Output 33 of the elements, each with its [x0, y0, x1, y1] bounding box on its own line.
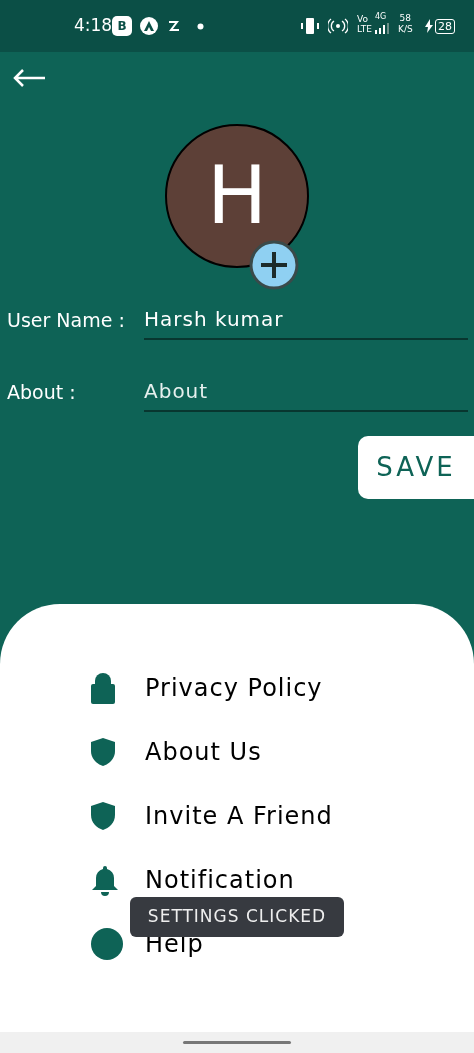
menu-item[interactable]: Privacy Policy — [145, 670, 323, 706]
dot-icon — [197, 22, 204, 30]
shield-icon — [90, 737, 116, 767]
shield-icon — [90, 801, 116, 831]
charging-icon — [424, 19, 434, 33]
avatar: H — [165, 124, 309, 268]
input-field[interactable]: About — [144, 376, 468, 412]
vibrate-icon — [300, 17, 320, 35]
toast: SETTINGS CLICKED — [130, 897, 344, 937]
hotspot-icon — [328, 18, 348, 34]
app-badge: B — [112, 16, 132, 36]
speed-unit: K/S — [398, 24, 413, 35]
speed-value: 58 — [399, 13, 412, 24]
menu-item[interactable]: Notification — [145, 862, 295, 898]
menu-item[interactable]: About Us — [145, 734, 262, 770]
triangle-logo-icon — [140, 17, 158, 35]
lte-label: LTE — [357, 24, 372, 34]
circle-icon — [90, 927, 124, 961]
app-icon — [167, 19, 181, 33]
save-button[interactable]: SAVE — [358, 436, 474, 499]
signal-icon — [375, 23, 389, 34]
bell-icon — [90, 864, 120, 896]
field-label: About : — [7, 379, 77, 405]
volte-label: Vo — [357, 14, 369, 24]
network-type: 4G — [375, 13, 387, 21]
lock-icon — [90, 672, 116, 704]
input-field[interactable]: Harsh kumar — [144, 304, 468, 340]
field-label: User Name : — [7, 307, 126, 333]
menu-item[interactable]: Invite A Friend — [145, 798, 333, 834]
battery-icon: 28 — [435, 18, 455, 34]
back-arrow-icon[interactable] — [12, 68, 46, 88]
add-photo-icon[interactable] — [249, 240, 299, 290]
clock: 4:18 — [74, 14, 113, 38]
